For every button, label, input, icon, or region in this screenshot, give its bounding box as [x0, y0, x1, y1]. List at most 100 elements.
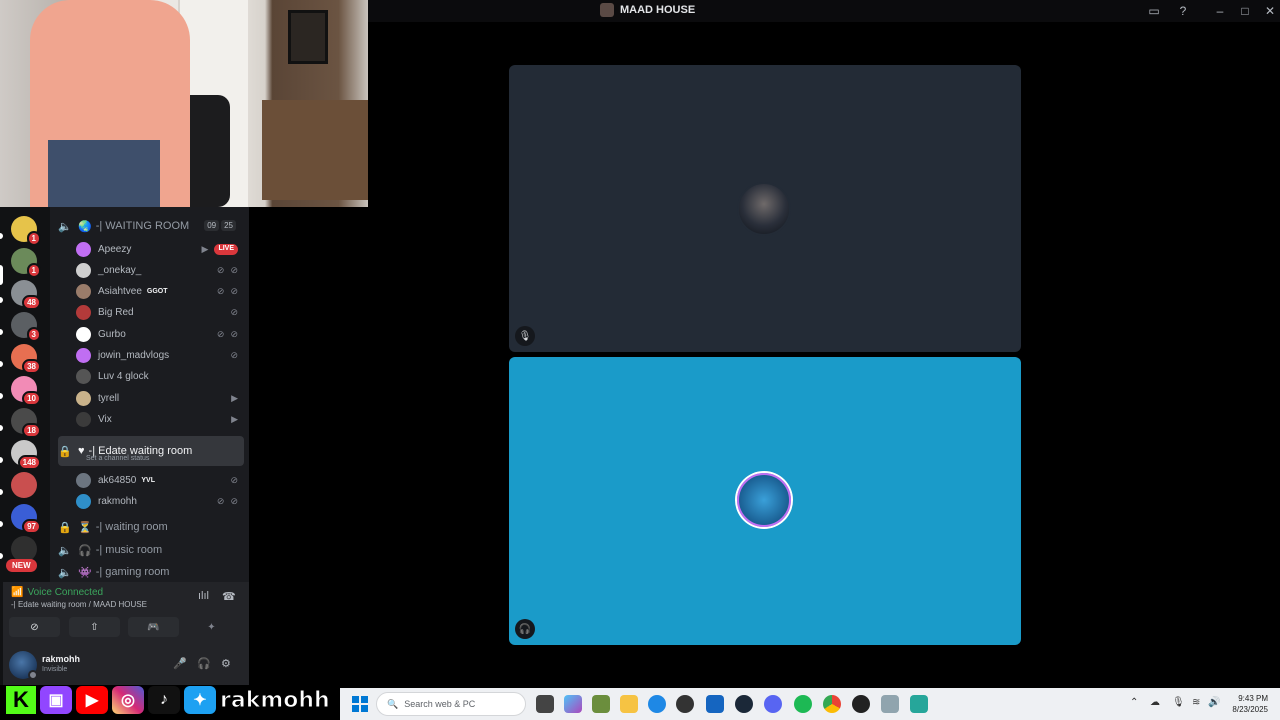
volume-icon[interactable]: 🔊 — [1208, 697, 1220, 708]
channel-status[interactable]: Set a channel status — [86, 455, 149, 462]
username: jowin_madvlogs — [98, 350, 170, 361]
tiktok-icon: ♪ — [148, 686, 180, 714]
voice-location[interactable]: -| Edate waiting room / MAAD HOUSE — [11, 600, 147, 609]
user-status-icons: ⊘ — [230, 350, 238, 361]
voice-channel-music-room[interactable]: 🔈 🎧 -| music room — [58, 540, 244, 560]
store-icon[interactable] — [706, 695, 724, 713]
server-icon[interactable]: 3 — [11, 312, 41, 342]
minecraft-icon[interactable] — [592, 695, 610, 713]
voice-user[interactable]: tyrell ▶ — [76, 388, 242, 408]
title-bar: MAAD HOUSE ▭ ? – □ ✕ — [368, 0, 1280, 22]
mic-muted-icon[interactable]: 🎤 — [173, 657, 187, 670]
server-icon[interactable] — [11, 472, 37, 498]
inbox-icon[interactable]: ▭ — [1146, 3, 1162, 19]
instagram-icon: ◎ — [112, 686, 144, 714]
voice-user[interactable]: Luv 4 glock — [76, 367, 242, 387]
edge-icon[interactable] — [648, 695, 666, 713]
file-explorer-icon[interactable] — [620, 695, 638, 713]
voice-channel-gaming-room[interactable]: 🔈 👾 -| gaming room — [58, 562, 244, 582]
avatar — [76, 241, 91, 257]
speaker-icon: 🔈 — [58, 544, 72, 557]
avatar — [76, 305, 91, 321]
voice-panel: 📶 Voice Connected -| Edate waiting room … — [3, 582, 249, 644]
spotify-icon[interactable] — [794, 695, 812, 713]
share-screen-button[interactable]: ⇧ — [69, 617, 120, 637]
mic-icon[interactable]: 🎙 — [1172, 697, 1185, 708]
server-icon[interactable]: 97 — [11, 504, 41, 534]
video-tile-1[interactable]: 🎙 — [509, 65, 1021, 352]
server-icon[interactable]: 10 — [11, 376, 41, 406]
server-icon[interactable]: 148 — [11, 440, 41, 470]
voice-status-text: Voice Connected — [27, 587, 104, 598]
taskbar: 🔍 Search web & PC ⌃ ☁ 🎙 ≋ 🔊 9:43 PM 8/23… — [340, 688, 1280, 720]
activity-button[interactable]: 🎮 — [128, 617, 179, 637]
lock-icon: 🔒 — [58, 521, 72, 534]
server-icon[interactable]: 48 — [11, 280, 41, 310]
help-icon[interactable]: ? — [1175, 3, 1191, 19]
taskbar-clock[interactable]: 9:43 PM 8/23/2025 — [1232, 693, 1268, 715]
lock-icon: 🔒 — [58, 445, 72, 458]
cloud-icon[interactable]: ☁ — [1150, 697, 1160, 708]
voice-user[interactable]: Asiahtvee GGOT ⊘ ⊘ — [76, 282, 242, 302]
snipping-tool-icon[interactable] — [881, 695, 899, 713]
username[interactable]: rakmohh — [42, 654, 80, 664]
settings-gear-icon[interactable]: ⚙ — [221, 657, 231, 670]
windows-start-icon[interactable] — [352, 696, 368, 712]
wifi-icon[interactable]: ≋ — [1192, 697, 1200, 708]
user-status-icons: ▶ LIVE — [201, 243, 238, 255]
user-status-icons: ▶ — [231, 393, 238, 404]
webcam-jeans — [48, 140, 160, 207]
task-view-icon[interactable] — [536, 695, 554, 713]
voice-channel-waiting-room-2[interactable]: 🔒 ⏳ -| waiting room — [58, 517, 244, 537]
speaker-icon: 🔈 — [58, 220, 72, 233]
new-badge: NEW — [6, 559, 37, 572]
dell-icon[interactable] — [676, 695, 694, 713]
camera-count: 09 — [204, 220, 220, 231]
noise-suppression-icon[interactable]: ılıl — [198, 590, 209, 602]
voice-channel-waiting-room[interactable]: 🔈 🌏 -| WAITING ROOM 09 25 — [58, 216, 244, 236]
disconnect-icon[interactable]: ☎ — [222, 590, 236, 603]
voice-user[interactable]: ak64850 YVL ⊘ — [76, 470, 242, 490]
deafen-icon[interactable]: 🎧 — [197, 657, 211, 670]
unread-pill — [0, 553, 3, 559]
copilot-icon[interactable] — [564, 695, 582, 713]
webcam-picture-frame — [288, 10, 328, 64]
tray-chevron-icon[interactable]: ⌃ — [1130, 697, 1138, 708]
voice-user[interactable]: rakmohh ⊘ ⊘ — [76, 491, 242, 511]
soundboard-button[interactable]: ✦ — [186, 617, 237, 637]
voice-channel-edate[interactable]: 🔒 ♥ -| Edate waiting room Set a channel … — [58, 436, 244, 466]
notepad-icon[interactable] — [910, 695, 928, 713]
voice-status[interactable]: 📶 Voice Connected — [11, 587, 103, 598]
close-button[interactable]: ✕ — [1262, 3, 1278, 19]
unread-pill — [0, 297, 3, 303]
video-tile-self[interactable]: 🎧 — [509, 357, 1021, 645]
voice-user[interactable]: Vix ▶ — [76, 409, 242, 429]
social-banner: K ▣ ▶ ◎ ♪ ✦ rakmohh — [0, 685, 340, 715]
camera-off-button[interactable]: ⊘ — [9, 617, 60, 637]
unread-pill — [0, 233, 3, 239]
voice-user[interactable]: _onekay_ ⊘ ⊘ — [76, 260, 242, 280]
username: Asiahtvee — [98, 286, 142, 298]
server-icon[interactable]: 18 — [11, 408, 41, 438]
camera-icon: ▶ — [201, 243, 209, 254]
mic-muted-icon: ⊘ — [216, 286, 225, 297]
video-counter: 09 25 — [204, 220, 236, 231]
voice-user[interactable]: Big Red ⊘ — [76, 303, 242, 323]
avatar — [76, 472, 91, 488]
taskbar-search[interactable]: 🔍 Search web & PC — [376, 692, 526, 716]
server-icon[interactable]: 38 — [11, 344, 41, 374]
server-icon[interactable]: 1 — [11, 216, 41, 246]
steam-icon[interactable] — [735, 695, 753, 713]
voice-user[interactable]: jowin_madvlogs ⊘ — [76, 346, 242, 366]
obs-icon[interactable] — [852, 695, 870, 713]
chrome-icon[interactable] — [823, 695, 841, 713]
server-icon[interactable]: 1 — [11, 248, 41, 278]
mention-badge: 97 — [22, 519, 41, 534]
avatar — [76, 348, 91, 363]
voice-user[interactable]: Apeezy ▶ LIVE — [76, 239, 242, 259]
participant-avatar — [737, 473, 791, 527]
maximize-button[interactable]: □ — [1237, 3, 1253, 19]
voice-user[interactable]: Gurbo ⊘ ⊘ — [76, 324, 242, 344]
discord-icon[interactable] — [764, 695, 782, 713]
minimize-button[interactable]: – — [1212, 3, 1228, 19]
